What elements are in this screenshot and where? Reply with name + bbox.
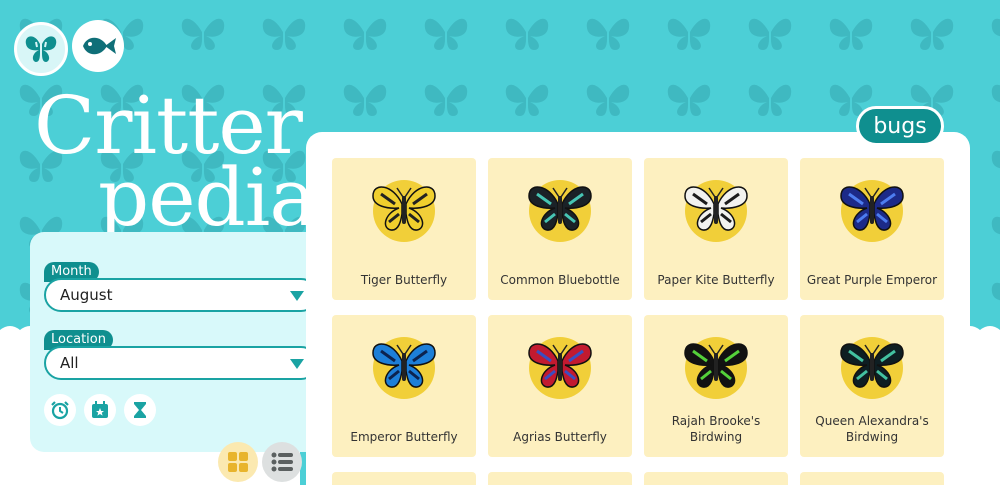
critter-card[interactable]: Queen Alexandra's Birdwing xyxy=(800,315,944,457)
critter-card-partial[interactable] xyxy=(488,472,632,485)
hourglass-icon xyxy=(134,402,146,418)
critter-card-partial[interactable] xyxy=(800,472,944,485)
grid-icon xyxy=(228,452,248,472)
section-tag-bugs: bugs xyxy=(856,106,944,146)
critter-name: Tiger Butterfly xyxy=(360,273,448,287)
fish-mode-button[interactable] xyxy=(72,20,124,72)
butterfly-icon xyxy=(840,186,904,231)
list-view-button[interactable] xyxy=(262,442,302,482)
butterfly-icon xyxy=(684,343,748,388)
app-title-line2: pedia xyxy=(98,151,317,244)
critter-card[interactable]: Great Purple Emperor xyxy=(800,158,944,300)
list-icon xyxy=(271,452,293,472)
critter-name: Agrias Butterfly xyxy=(513,430,607,444)
chevron-down-icon xyxy=(290,359,304,369)
critter-card[interactable]: Tiger Butterfly xyxy=(332,158,476,300)
critter-card[interactable]: Emperor Butterfly xyxy=(332,315,476,457)
filter-panel: Month August Location All xyxy=(30,232,326,452)
alarm-clock-icon xyxy=(51,401,69,420)
critter-card-partial[interactable] xyxy=(644,472,788,485)
butterfly-icon xyxy=(372,186,436,231)
critter-name: Emperor Butterfly xyxy=(350,430,458,444)
critter-card[interactable]: Paper Kite Butterfly xyxy=(644,158,788,300)
location-value: All xyxy=(60,354,79,372)
critter-name: Common Bluebottle xyxy=(500,273,620,287)
critter-card[interactable]: Rajah Brooke's Birdwing xyxy=(644,315,788,457)
butterfly-icon xyxy=(528,186,592,231)
time-filter-button[interactable] xyxy=(44,394,76,426)
calendar-filter-button[interactable] xyxy=(84,394,116,426)
critter-card[interactable]: Agrias Butterfly xyxy=(488,315,632,457)
fish-icon xyxy=(83,37,116,55)
butterfly-icon xyxy=(840,343,904,388)
calendar-star-icon xyxy=(92,401,108,418)
critter-name: Great Purple Emperor xyxy=(806,273,938,287)
location-select[interactable]: All xyxy=(44,346,318,380)
critter-name: Queen Alexandra's Birdwing xyxy=(815,414,929,444)
critter-name: Paper Kite Butterfly xyxy=(657,273,775,287)
butterfly-icon xyxy=(25,36,57,62)
bugs-mode-button[interactable] xyxy=(14,22,68,76)
chevron-down-icon xyxy=(290,291,304,301)
grid-view-button[interactable] xyxy=(218,442,258,482)
critter-card[interactable]: Common Bluebottle xyxy=(488,158,632,300)
butterfly-icon xyxy=(372,343,436,388)
butterfly-icon xyxy=(528,343,592,388)
critter-card-partial[interactable] xyxy=(332,472,476,485)
critter-name: Rajah Brooke's Birdwing xyxy=(671,414,761,444)
duration-filter-button[interactable] xyxy=(124,394,156,426)
app-title: Critter pedia xyxy=(34,86,317,244)
butterfly-icon xyxy=(684,186,748,231)
month-value: August xyxy=(60,286,113,304)
month-select[interactable]: August xyxy=(44,278,318,312)
